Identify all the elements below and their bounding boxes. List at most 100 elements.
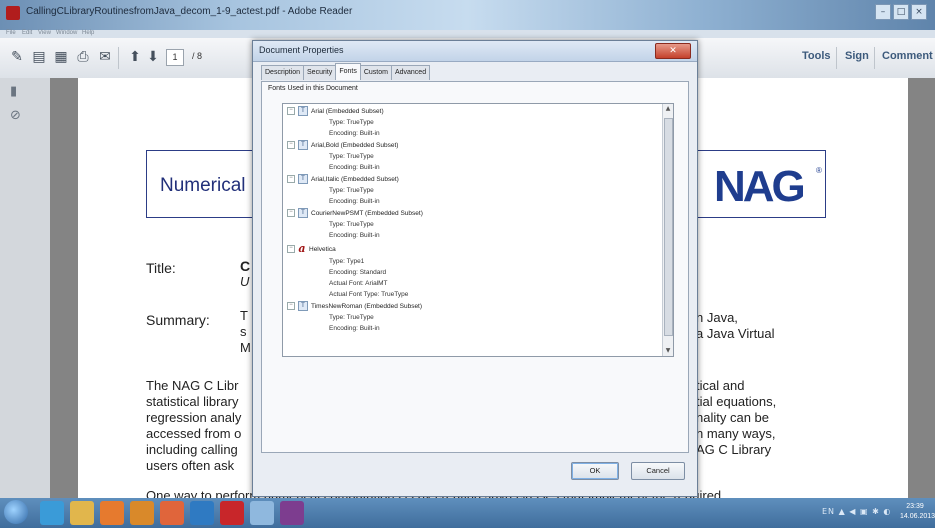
taskbar-clock[interactable]: 23:39 14.06.2013 <box>900 502 935 522</box>
toolbar-separator <box>836 47 837 69</box>
collapse-icon[interactable]: − <box>287 209 295 218</box>
sign-button[interactable]: Sign <box>845 50 869 62</box>
winrar-icon[interactable] <box>280 501 304 525</box>
save-icon[interactable]: ▦ <box>52 48 70 66</box>
attachments-icon[interactable]: ⊘ <box>10 108 26 124</box>
page-number-input[interactable]: 1 <box>166 49 184 66</box>
truetype-font-icon: T <box>298 301 308 312</box>
clock-date: 14.06.2013 <box>900 513 935 520</box>
font-property: Actual Font: ArialMT <box>329 280 388 287</box>
scrollbar-thumb[interactable] <box>664 118 673 336</box>
font-item-timesnewroman[interactable]: − T TimesNewRoman (Embedded Subset) <box>287 301 422 312</box>
font-item-arial-bold[interactable]: − T Arial,Bold (Embedded Subset) <box>287 140 398 151</box>
summary-line-2: s <box>240 324 247 339</box>
menu-help[interactable]: Help <box>82 30 94 36</box>
start-button[interactable] <box>4 500 28 524</box>
body-right-2: tial equations, <box>696 394 777 409</box>
title-label: Title: <box>146 260 176 276</box>
tab-description[interactable]: Description <box>261 65 305 80</box>
email-icon[interactable]: ✉ <box>96 48 114 66</box>
menu-edit[interactable]: Edit <box>22 30 32 36</box>
type1-font-icon: a <box>298 242 306 256</box>
next-page-icon[interactable]: ⬇ <box>144 48 162 66</box>
font-item-couriernewpsmt[interactable]: − T CourierNewPSMT (Embedded Subset) <box>287 208 423 219</box>
body-line-1: The NAG C Libr <box>146 378 239 393</box>
close-button[interactable]: × <box>911 4 927 20</box>
document-properties-dialog: Document Properties ✕ Description Securi… <box>252 40 698 497</box>
dialog-close-button[interactable]: ✕ <box>655 43 691 59</box>
windows-taskbar: EN ▲ ◀ ▣ ✱ ◐ 23:39 14.06.2013 <box>0 498 935 528</box>
powerpoint-icon[interactable] <box>160 501 184 525</box>
firefox-icon[interactable] <box>130 501 154 525</box>
print-icon[interactable]: ⎙ <box>74 48 92 66</box>
scroll-up-icon[interactable]: ▲ <box>663 104 673 114</box>
collapse-icon[interactable]: − <box>287 141 295 150</box>
font-property: Type: TrueType <box>329 153 374 160</box>
collapse-icon[interactable]: − <box>287 302 295 311</box>
font-item-helvetica[interactable]: − a Helvetica <box>287 242 336 256</box>
navigation-pane: ▮ ⊘ <box>0 78 50 498</box>
page-total: / 8 <box>191 51 202 61</box>
fonts-list-scrollbar[interactable]: ▲ ▼ <box>662 104 673 356</box>
tab-custom[interactable]: Custom <box>359 65 392 80</box>
font-property: Type: TrueType <box>329 221 374 228</box>
summary-line-1: T <box>240 308 248 323</box>
create-pdf-icon[interactable]: ✎ <box>8 48 26 66</box>
tab-advanced[interactable]: Advanced <box>390 65 431 80</box>
media-player-icon[interactable] <box>100 501 124 525</box>
minimize-button[interactable]: – <box>875 4 891 20</box>
collapse-icon[interactable]: − <box>287 107 295 116</box>
body-line-6: users often ask <box>146 458 235 473</box>
tools-button[interactable]: Tools <box>802 50 831 62</box>
title-value-line2: U <box>240 274 250 289</box>
fonts-tab-panel: Fonts Used in this Document − T Arial (Emb… <box>261 81 689 453</box>
body-line-5: including calling <box>146 442 238 457</box>
truetype-font-icon: T <box>298 106 308 117</box>
tab-security[interactable]: Security <box>303 65 337 80</box>
truetype-font-icon: T <box>298 140 308 151</box>
font-property: Type: TrueType <box>329 314 374 321</box>
collapse-icon[interactable]: − <box>287 245 295 254</box>
window-title: CallingCLibraryRoutinesfromJava_decom_1-… <box>26 6 353 17</box>
dialog-title: Document Properties <box>259 45 344 55</box>
open-folder-icon[interactable]: ▤ <box>30 48 48 66</box>
nag-logo: NAG <box>714 162 806 211</box>
fonts-group-label: Fonts Used in this Document <box>268 85 358 92</box>
adobe-reader-taskbar-icon[interactable] <box>220 501 244 525</box>
summary-line-3: M <box>240 340 251 355</box>
internet-explorer-icon[interactable] <box>40 501 64 525</box>
paint-icon[interactable] <box>250 501 274 525</box>
font-property: Type: Type1 <box>329 258 365 265</box>
toolbar-separator <box>118 47 119 69</box>
font-item-arial-italic[interactable]: − T Arial,Italic (Embedded Subset) <box>287 174 399 185</box>
body-right-5: AG C Library <box>696 442 772 457</box>
maximize-button[interactable]: □ <box>893 4 909 20</box>
cancel-button[interactable]: Cancel <box>631 462 685 480</box>
menu-file[interactable]: File <box>6 30 16 36</box>
truetype-font-icon: T <box>298 208 308 219</box>
previous-page-icon[interactable]: ⬆ <box>126 48 144 66</box>
truetype-font-icon: T <box>298 174 308 185</box>
scroll-down-icon[interactable]: ▼ <box>663 346 673 356</box>
summary-right-2: a Java Virtual <box>696 326 775 341</box>
menu-view[interactable]: View <box>38 30 51 36</box>
font-property: Encoding: Built-in <box>329 198 380 205</box>
registered-mark: ® <box>816 166 822 175</box>
tab-fonts[interactable]: Fonts <box>335 63 361 80</box>
file-explorer-icon[interactable] <box>70 501 94 525</box>
outlook-icon[interactable] <box>190 501 214 525</box>
collapse-icon[interactable]: − <box>287 175 295 184</box>
menu-bar: File Edit View Window Help <box>0 30 935 38</box>
fonts-tree-list[interactable]: − T Arial (Embedded Subset) Type: TrueType… <box>282 103 674 357</box>
font-item-arial[interactable]: − T Arial (Embedded Subset) <box>287 106 384 117</box>
window-controls: – □ × <box>875 4 927 20</box>
ok-button[interactable]: OK <box>571 462 619 480</box>
body-line-4: accessed from o <box>146 426 242 441</box>
comment-button[interactable]: Comment <box>882 50 933 62</box>
menu-window[interactable]: Window <box>56 30 77 36</box>
dialog-titlebar: Document Properties ✕ <box>253 41 697 62</box>
body-right-1: tical and <box>696 378 745 393</box>
page-thumbnails-icon[interactable]: ▮ <box>10 84 26 100</box>
summary-label: Summary: <box>146 312 210 328</box>
system-tray[interactable]: EN ▲ ◀ ▣ ✱ ◐ <box>822 507 891 516</box>
